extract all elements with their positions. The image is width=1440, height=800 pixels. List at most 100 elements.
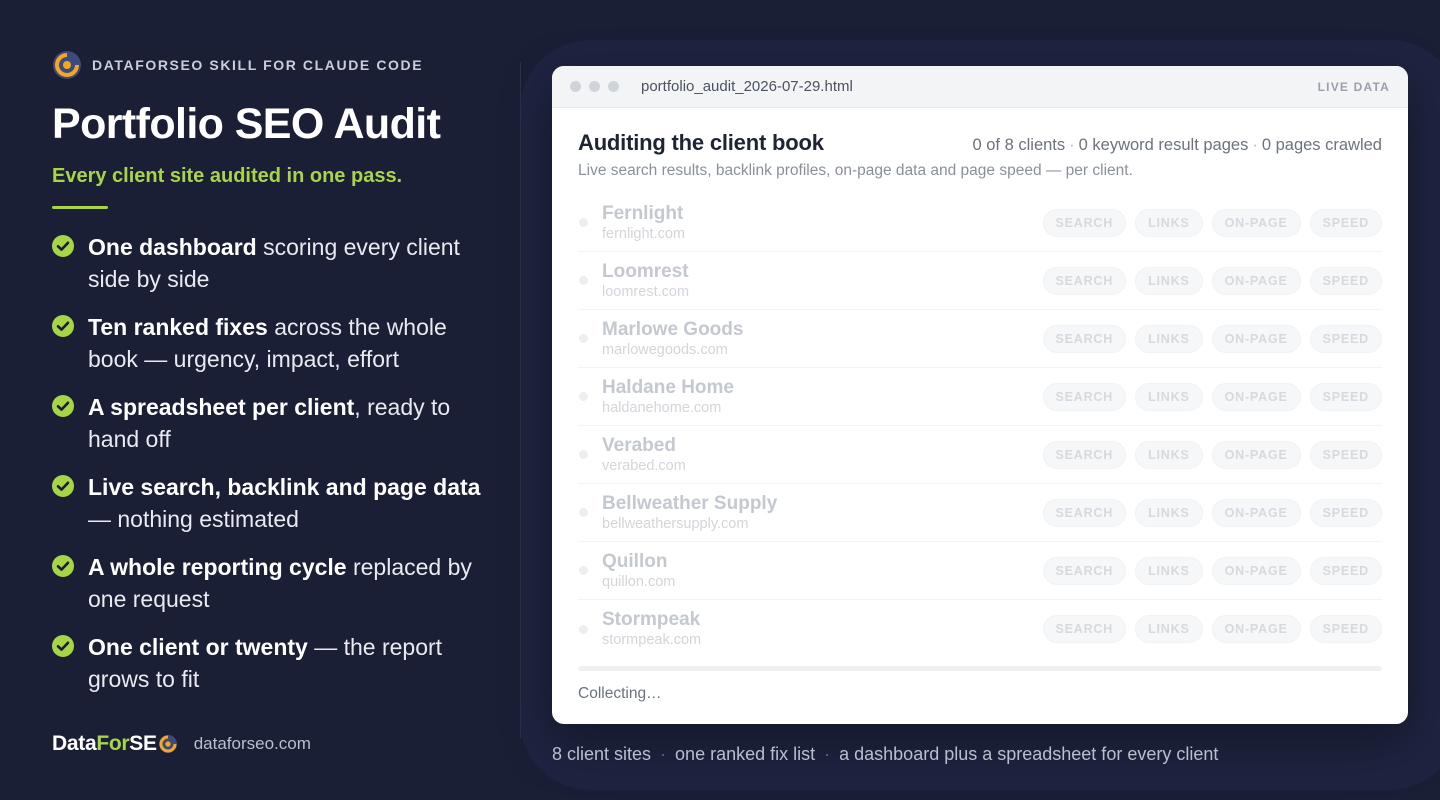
client-row[interactable]: Haldane Home haldanehome.com SEARCH LINKS ON… — [578, 368, 1382, 426]
client-row[interactable]: Loomrest loomrest.com SEARCH LINKS ON-PAGE SP… — [578, 252, 1382, 310]
feature-bold: Ten ranked fixes — [88, 314, 268, 340]
feature-text: One dashboard scoring every client side … — [88, 232, 492, 295]
client-chips: SEARCH LINKS ON-PAGE SPEED — [1042, 324, 1382, 353]
client-row[interactable]: Verabed verabed.com SEARCH LINKS ON-PAGE SPEE… — [578, 426, 1382, 484]
chip-speed: SPEED — [1309, 382, 1382, 411]
client-status-dot — [579, 334, 588, 343]
client-domain: haldanehome.com — [602, 399, 722, 416]
client-name: Haldane Home — [602, 376, 734, 398]
chip-speed: SPEED — [1309, 498, 1382, 527]
client-info: Bellweather Supply bellweathersupply.com — [602, 493, 1043, 533]
audit-description: Live search results, backlink profiles, … — [578, 162, 1133, 179]
audit-window: portfolio_audit_2026-07-29.html LIVE DAT… — [552, 66, 1408, 724]
client-status-dot — [579, 624, 588, 634]
dataforseo-logo-icon — [53, 51, 81, 79]
audit-heading: Auditing the client book — [578, 130, 824, 155]
caption-separator: · — [660, 744, 667, 764]
intro-panel: DATAFORSEO SKILL FOR CLAUDE CODE Portfol… — [52, 48, 492, 712]
window-minimize-dot[interactable] — [589, 81, 600, 92]
client-name: Fernlight — [602, 202, 684, 224]
feature-bold: A spreadsheet per client — [88, 394, 355, 420]
check-circle-icon — [52, 395, 74, 417]
check-circle-icon — [52, 555, 74, 577]
client-domain: loomrest.com — [602, 283, 690, 300]
chip-on-page: ON-PAGE — [1211, 615, 1301, 643]
stat-item: 0 of 8 clients — [972, 136, 1066, 154]
client-name: Quillon — [602, 550, 668, 572]
chip-links: LINKS — [1135, 556, 1203, 585]
client-row[interactable]: Stormpeak stormpeak.com SEARCH LINKS ON-PAGE… — [578, 600, 1382, 658]
column-divider — [520, 62, 521, 738]
feature-text: Live search, backlink and page data — no… — [88, 472, 492, 535]
client-row[interactable]: Marlowe Goods marlowegoods.com SEARCH LINKS… — [578, 310, 1382, 368]
client-chips: SEARCH LINKS ON-PAGE SPEED — [1042, 208, 1382, 237]
caption-item: 8 client sites — [552, 744, 652, 764]
chip-search: SEARCH — [1042, 382, 1127, 411]
client-domain: verabed.com — [602, 457, 686, 474]
feature-rest: — nothing estimated — [88, 505, 299, 532]
feature-bold: A whole reporting cycle — [88, 554, 347, 580]
feature-bold: One dashboard — [88, 234, 257, 260]
client-info: Quillon quillon.com — [602, 551, 1043, 591]
chip-links: LINKS — [1135, 266, 1203, 295]
client-status-dot — [579, 218, 588, 227]
client-info: Marlowe Goods marlowegoods.com — [602, 319, 1043, 359]
window-filename: portfolio_audit_2026-07-29.html — [641, 78, 853, 95]
client-chips: SEARCH LINKS ON-PAGE SPEED — [1042, 556, 1382, 585]
footer-brand: Data For SE dataforseo.com — [52, 732, 311, 756]
feature-text: A whole reporting cycle replaced by one … — [88, 552, 492, 615]
window-caption: 8 client sites · one ranked fix list · a das… — [552, 744, 1218, 765]
client-name: Bellweather Supply — [602, 492, 778, 514]
chip-on-page: ON-PAGE — [1211, 266, 1301, 295]
client-row[interactable]: Bellweather Supply bellweathersupply.com S… — [578, 484, 1382, 542]
chip-search: SEARCH — [1042, 266, 1127, 295]
chip-on-page: ON-PAGE — [1211, 324, 1301, 353]
stats-separator: · — [1069, 136, 1075, 154]
client-name: Marlowe Goods — [602, 318, 744, 340]
chip-search: SEARCH — [1042, 615, 1127, 643]
feature-item: A whole reporting cycle replaced by one … — [52, 552, 492, 615]
status-text: Collecting… — [578, 685, 662, 702]
check-circle-icon — [52, 235, 74, 257]
client-status-dot — [579, 450, 588, 459]
caption-item: one ranked fix list — [675, 744, 816, 764]
check-circle-icon — [52, 635, 74, 657]
client-info: Verabed verabed.com — [602, 435, 1043, 475]
client-status-dot — [579, 392, 588, 401]
wordmark-data: Data — [52, 732, 97, 755]
client-row[interactable]: Quillon quillon.com SEARCH LINKS ON-PAGE SPEE… — [578, 542, 1382, 600]
feature-bold: Live search, backlink and page data — [88, 474, 481, 500]
stat-item: 0 keyword result pages — [1078, 136, 1249, 154]
chip-links: LINKS — [1135, 440, 1203, 469]
eyebrow-text: DATAFORSEO SKILL FOR CLAUDE CODE — [92, 57, 424, 73]
wordmark-for: For — [96, 732, 130, 755]
feature-item: Live search, backlink and page data — no… — [52, 472, 492, 535]
chip-links: LINKS — [1135, 208, 1203, 237]
caption-item: a dashboard plus a spreadsheet for every… — [839, 744, 1219, 764]
feature-item: A spreadsheet per client, ready to hand … — [52, 392, 492, 455]
client-name: Verabed — [602, 434, 676, 456]
client-info: Fernlight fernlight.com — [602, 203, 1043, 243]
chip-speed: SPEED — [1309, 615, 1382, 643]
accent-divider — [52, 206, 108, 209]
client-domain: marlowegoods.com — [602, 341, 728, 358]
client-domain: stormpeak.com — [602, 632, 702, 648]
client-list: Fernlight fernlight.com SEARCH LINKS ON-PAGE… — [578, 194, 1382, 658]
feature-item: Ten ranked fixes across the whole book —… — [52, 312, 492, 375]
check-circle-icon — [52, 315, 74, 337]
window-close-dot[interactable] — [570, 81, 581, 92]
client-row[interactable]: Fernlight fernlight.com SEARCH LINKS ON-PAGE… — [578, 194, 1382, 252]
footer-url[interactable]: dataforseo.com — [194, 734, 311, 754]
wordmark-se: SE — [129, 732, 157, 755]
client-domain: bellweathersupply.com — [602, 515, 749, 532]
page-title: Portfolio SEO Audit — [52, 100, 441, 148]
progress-track — [578, 666, 1382, 671]
chip-on-page: ON-PAGE — [1211, 382, 1301, 411]
chip-links: LINKS — [1135, 615, 1203, 643]
client-info: Stormpeak stormpeak.com — [602, 609, 1043, 649]
chip-links: LINKS — [1135, 324, 1203, 353]
chip-on-page: ON-PAGE — [1211, 498, 1301, 527]
stats-separator: · — [1252, 136, 1258, 154]
window-maximize-dot[interactable] — [608, 81, 619, 92]
chip-speed: SPEED — [1309, 266, 1382, 295]
